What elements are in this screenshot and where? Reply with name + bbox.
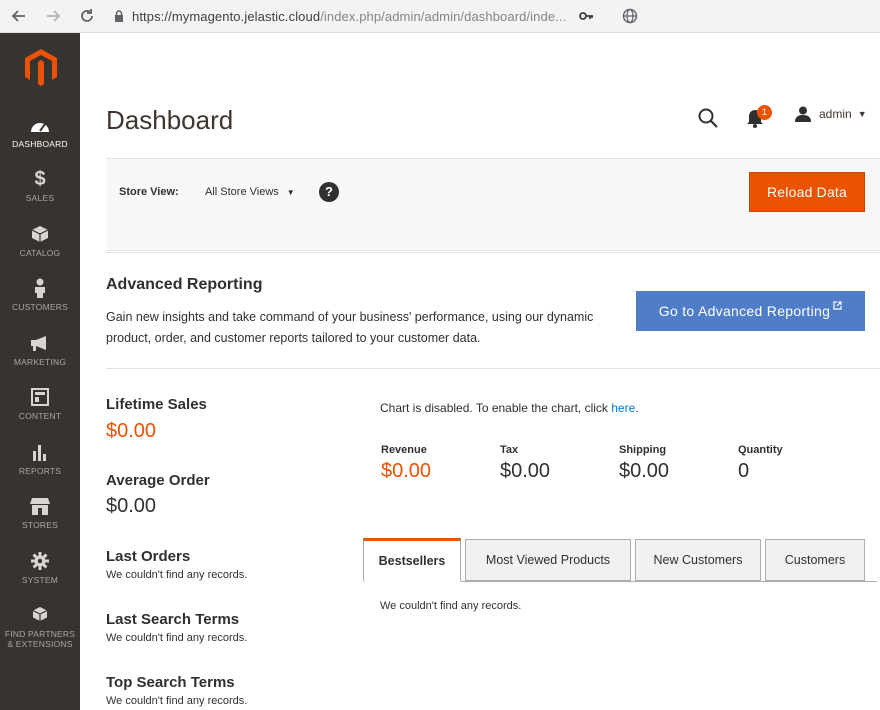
- top-search-terms-note: We couldn't find any records.: [106, 695, 248, 707]
- revenue-value: $0.00: [381, 460, 432, 482]
- shipping-label: Shipping: [619, 444, 667, 456]
- divider: [106, 368, 880, 369]
- chevron-down-icon: ▼: [857, 109, 867, 119]
- tax-value: $0.00: [500, 460, 551, 482]
- page-title: Dashboard: [106, 105, 234, 135]
- globe-icon[interactable]: [622, 8, 638, 24]
- quantity-value: 0: [738, 460, 750, 482]
- user-menu[interactable]: admin ▼: [795, 106, 867, 122]
- sidebar-label-marketing: MARKETING: [13, 357, 67, 367]
- shipping-value: $0.00: [619, 460, 670, 482]
- reload-data-button[interactable]: Reload Data: [749, 172, 865, 212]
- sidebar-item-marketing[interactable]: MARKETING: [0, 331, 80, 385]
- help-icon[interactable]: ?: [319, 182, 339, 202]
- average-order-label: Average Order: [106, 472, 210, 489]
- sidebar-item-reports[interactable]: REPORTS: [0, 440, 80, 494]
- forward-icon[interactable]: [42, 5, 64, 27]
- top-search-terms-label: Top Search Terms: [106, 674, 235, 691]
- external-link-icon: [833, 301, 842, 313]
- url-host: https://mymagento.jelastic.cloud: [132, 8, 321, 24]
- quantity-label: Quantity: [738, 444, 783, 456]
- lifetime-sales-value: $0.00: [106, 420, 157, 442]
- sidebar-label-stores: STORES: [22, 520, 58, 530]
- tax-label: Tax: [500, 444, 519, 456]
- lifetime-sales-label: Lifetime Sales: [106, 396, 207, 413]
- notification-count-badge: 1: [757, 105, 772, 120]
- last-search-terms-note: We couldn't find any records.: [106, 632, 248, 644]
- sidebar-item-stores[interactable]: STORES: [0, 494, 80, 548]
- sidebar-item-catalog[interactable]: CATALOG: [0, 222, 80, 276]
- sidebar-item-content[interactable]: CONTENT: [0, 385, 80, 439]
- box-icon: [0, 222, 80, 246]
- user-name: admin: [819, 107, 852, 121]
- advanced-reporting-description: Gain new insights and take command of yo…: [106, 310, 594, 345]
- advanced-reporting-title: Advanced Reporting: [106, 276, 263, 293]
- dashboard-icon: [0, 113, 80, 137]
- store-view-label: Store View:: [119, 186, 179, 198]
- chevron-down-icon: ▼: [286, 187, 295, 197]
- sidebar-label-find-partners: FIND PARTNERS: [4, 629, 76, 639]
- magento-logo[interactable]: [24, 48, 58, 86]
- sidebar-label-dashboard: DASHBOARD: [12, 139, 68, 149]
- enable-chart-link[interactable]: here: [611, 401, 635, 415]
- sidebar-label-customers: CUSTOMERS: [12, 302, 68, 312]
- average-order-value: $0.00: [106, 495, 157, 517]
- sidebar-item-sales[interactable]: $ SALES: [0, 167, 80, 221]
- tab-customers[interactable]: Customers: [765, 539, 865, 581]
- dashboard-tabs: Bestsellers Most Viewed Products New Cus…: [363, 538, 877, 582]
- last-search-terms-label: Last Search Terms: [106, 611, 240, 628]
- sidebar-label-system: SYSTEM: [21, 575, 59, 585]
- boxes-icon: [0, 603, 80, 627]
- admin-sidebar: DASHBOARD $ SALES CATALOG CUSTOMERS MARK…: [0, 33, 80, 710]
- sidebar-item-find-partners[interactable]: FIND PARTNERS & EXTENSIONS: [0, 603, 80, 663]
- store-view-select[interactable]: All Store Views ▼: [205, 186, 295, 198]
- browser-toolbar: https://mymagento.jelastic.cloud/index.p…: [0, 0, 880, 33]
- reload-icon[interactable]: [76, 5, 98, 27]
- key-icon[interactable]: [578, 8, 594, 24]
- search-icon[interactable]: [697, 107, 719, 129]
- totals-revenue: Revenue $0.00: [381, 444, 431, 483]
- sidebar-label-reports: REPORTS: [18, 466, 62, 476]
- address-bar[interactable]: https://mymagento.jelastic.cloud/index.p…: [132, 9, 566, 24]
- chart-message-text: Chart is disabled. To enable the chart, …: [380, 401, 612, 415]
- store-view-selected: All Store Views: [205, 186, 279, 198]
- sidebar-label-extensions: & EXTENSIONS: [7, 639, 73, 649]
- tab-new-customers[interactable]: New Customers: [635, 539, 761, 581]
- totals-shipping: Shipping $0.00: [619, 444, 669, 483]
- lock-icon: [114, 9, 128, 23]
- sidebar-item-dashboard[interactable]: DASHBOARD: [0, 113, 80, 167]
- gear-icon: [0, 549, 80, 573]
- main-content: Dashboard 1 admin ▼ Store View: All Stor…: [80, 33, 880, 710]
- sidebar-item-customers[interactable]: CUSTOMERS: [0, 276, 80, 330]
- last-orders-label: Last Orders: [106, 548, 191, 565]
- layout-icon: [0, 385, 80, 409]
- url-path: /index.php/admin/admin/dashboard/inde...: [320, 8, 567, 24]
- storefront-icon: [0, 494, 80, 518]
- sidebar-label-catalog: CATALOG: [19, 248, 61, 258]
- tab-content-empty: We couldn't find any records.: [380, 600, 522, 612]
- user-icon: [795, 106, 811, 122]
- tab-most-viewed-products[interactable]: Most Viewed Products: [465, 539, 631, 581]
- store-view-bar: Store View: All Store Views ▼ ? Reload D…: [106, 158, 880, 251]
- tab-bestsellers[interactable]: Bestsellers: [363, 538, 461, 582]
- chart-disabled-message: Chart is disabled. To enable the chart, …: [380, 401, 639, 415]
- sidebar-label-content: CONTENT: [18, 411, 62, 421]
- advanced-reporting-button-label: Go to Advanced Reporting: [658, 303, 831, 319]
- person-icon: [0, 276, 80, 300]
- dollar-icon: $: [34, 167, 46, 190]
- divider: [106, 252, 880, 253]
- go-to-advanced-reporting-button[interactable]: Go to Advanced Reporting: [636, 291, 865, 331]
- totals-tax: Tax $0.00: [500, 444, 550, 483]
- sidebar-label-sales: SALES: [25, 193, 55, 203]
- revenue-label: Revenue: [381, 444, 427, 456]
- megaphone-icon: [0, 331, 80, 355]
- chart-message-period: .: [635, 401, 639, 415]
- sidebar-item-system[interactable]: SYSTEM: [0, 549, 80, 603]
- totals-quantity: Quantity 0: [738, 444, 783, 483]
- back-icon[interactable]: [8, 5, 30, 27]
- bar-chart-icon: [0, 440, 80, 464]
- last-orders-note: We couldn't find any records.: [106, 569, 248, 581]
